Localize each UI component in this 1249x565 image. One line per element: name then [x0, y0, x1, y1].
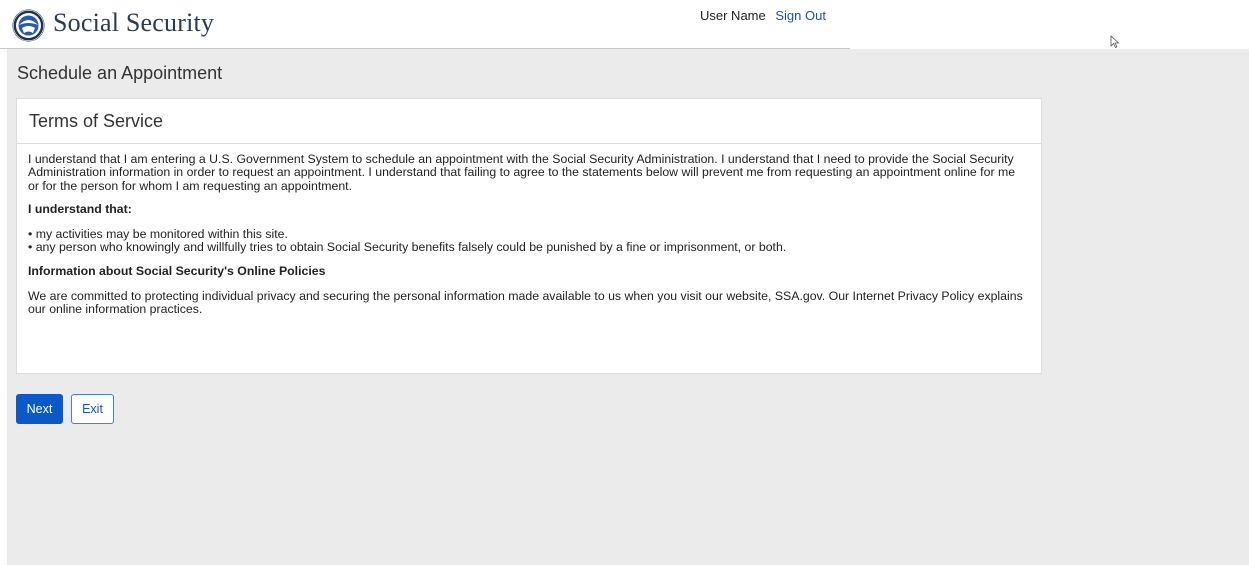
list-item: • any person who knowingly and willfully… — [28, 240, 787, 255]
terms-bullet-list: • my activities may be monitored within … — [28, 226, 1029, 255]
main-content: Schedule an Appointment Terms of Service… — [7, 49, 1249, 565]
list-item: • my activities may be monitored within … — [28, 226, 288, 241]
terms-body: I understand that I am entering a U.S. G… — [17, 144, 1041, 317]
understand-heading: I understand that: — [28, 202, 132, 217]
next-button[interactable]: Next — [16, 394, 63, 424]
policies-text: We are committed to protecting individua… — [28, 288, 1023, 317]
page-title: Schedule an Appointment — [17, 63, 223, 83]
terms-title: Terms of Service — [17, 99, 1041, 144]
site-header: Social Security User Name Sign Out — [0, 0, 1249, 49]
exit-button[interactable]: Exit — [71, 394, 114, 424]
brand-name: Social Security — [53, 8, 215, 37]
user-name: User Name — [700, 8, 766, 23]
ssa-seal-icon — [12, 9, 45, 42]
terms-panel: Terms of Service I understand that I am … — [16, 98, 1042, 374]
policies-heading: Information about Social Security's Onli… — [28, 264, 326, 279]
sign-out-link[interactable]: Sign Out — [775, 8, 826, 23]
mouse-pointer-icon — [1110, 35, 1120, 49]
user-area: User Name Sign Out — [700, 8, 826, 23]
terms-intro: I understand that I am entering a U.S. G… — [28, 152, 1016, 193]
